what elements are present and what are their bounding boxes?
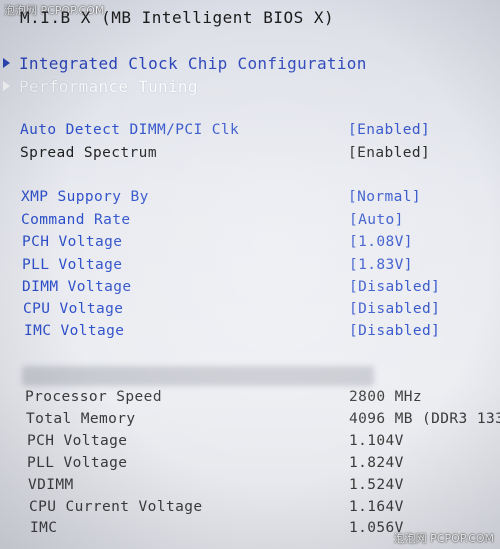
info-label-imc: IMC — [30, 520, 58, 536]
info-label-pch-voltage: PCH Voltage — [27, 433, 128, 449]
submenu-arrow-icon — [3, 58, 10, 68]
setting-label-xmp-suppory-by[interactable]: XMP Suppory By — [21, 189, 149, 205]
setting-value-spread-spectrum[interactable]: [Enabled] — [348, 145, 430, 161]
setting-label-imc-voltage[interactable]: IMC Voltage — [24, 323, 124, 339]
info-value-pll-voltage: 1.824V — [349, 455, 404, 471]
obscured-region — [22, 366, 374, 386]
submenu-arrow-icon — [3, 81, 10, 91]
menu-item-label: Performance Tuning — [19, 77, 198, 96]
setting-label-pch-voltage[interactable]: PCH Voltage — [22, 234, 122, 250]
info-value-cpu-current-voltage: 1.164V — [349, 499, 404, 515]
info-label-processor-speed: Processor Speed — [25, 389, 162, 405]
setting-label-pll-voltage[interactable]: PLL Voltage — [22, 257, 122, 273]
bios-title: M.I.B X (MB Intelligent BIOS X) — [20, 8, 335, 27]
setting-label-cpu-voltage[interactable]: CPU Voltage — [23, 301, 123, 317]
info-value-processor-speed: 2800 MHz — [349, 389, 423, 405]
menu-item-label: Integrated Clock Chip Configuration — [19, 54, 367, 73]
setting-value-pch-voltage[interactable]: [1.08V] — [349, 234, 413, 250]
info-label-pll-voltage: PLL Voltage — [27, 455, 128, 471]
bios-screen: 泡泡网 PCPOP.COM M.I.B X (MB Intelligent BI… — [0, 0, 500, 549]
setting-label-spread-spectrum[interactable]: Spread Spectrum — [20, 145, 157, 161]
watermark-bottom: 泡泡网 PCPOP.COM — [393, 532, 494, 545]
setting-value-imc-voltage[interactable]: [Disabled] — [349, 323, 440, 339]
setting-value-command-rate[interactable]: [Auto] — [349, 212, 404, 228]
info-value-vdimm: 1.524V — [349, 477, 404, 493]
setting-value-cpu-voltage[interactable]: [Disabled] — [349, 301, 440, 317]
setting-label-auto-detect-dimm-pci-clk[interactable]: Auto Detect DIMM/PCI Clk — [20, 122, 239, 138]
info-value-total-memory: 4096 MB (DDR3 1333 — [349, 411, 500, 427]
setting-label-command-rate[interactable]: Command Rate — [21, 212, 131, 228]
setting-value-xmp-suppory-by[interactable]: [Normal] — [348, 189, 421, 205]
info-label-vdimm: VDIMM — [28, 477, 74, 493]
setting-value-pll-voltage[interactable]: [1.83V] — [349, 257, 413, 273]
setting-value-auto-detect-dimm-pci-clk[interactable]: [Enabled] — [348, 122, 430, 138]
info-label-cpu-current-voltage: CPU Current Voltage — [29, 499, 203, 515]
info-label-total-memory: Total Memory — [26, 411, 136, 427]
setting-label-dimm-voltage[interactable]: DIMM Voltage — [22, 279, 132, 295]
setting-value-dimm-voltage[interactable]: [Disabled] — [349, 279, 440, 295]
info-value-pch-voltage: 1.104V — [349, 433, 404, 449]
